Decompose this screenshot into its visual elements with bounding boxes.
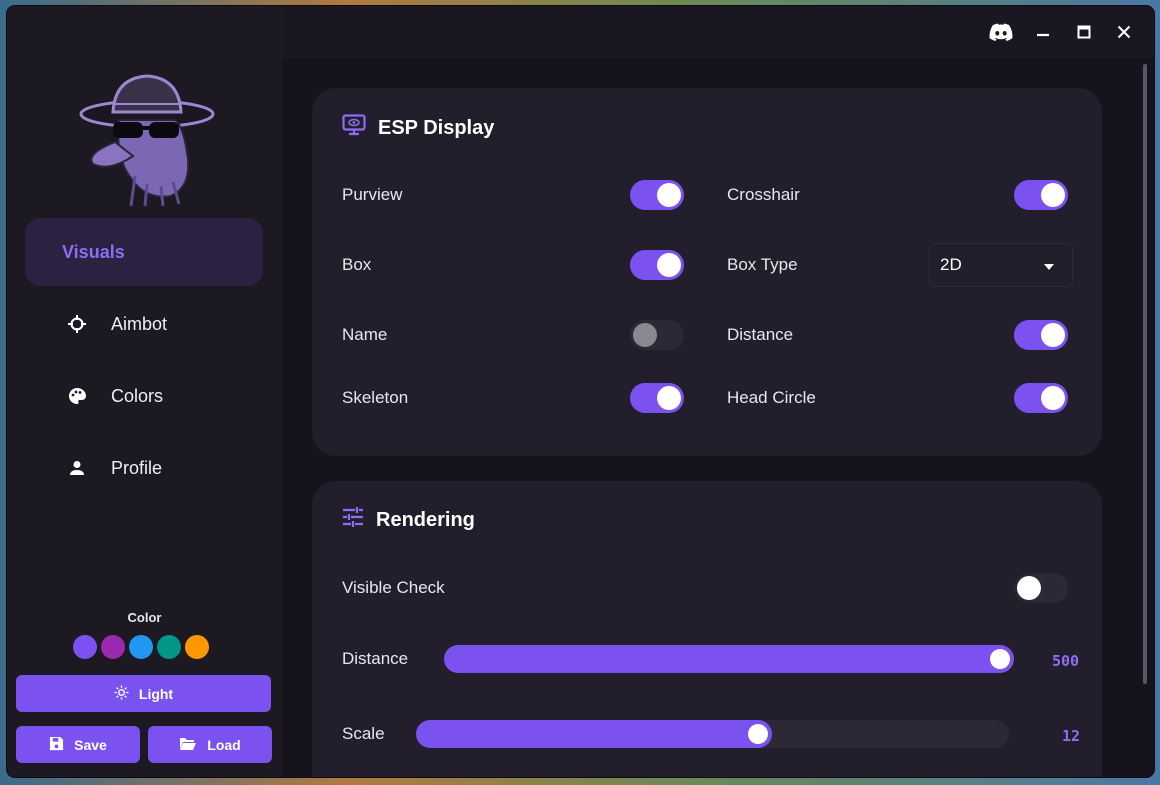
box-type-label: Box Type	[727, 255, 798, 274]
sidebar-item-visuals[interactable]: Visuals	[25, 218, 263, 286]
scale-slider[interactable]	[416, 720, 1009, 748]
render-distance-fill	[444, 645, 1014, 673]
color-label: Color	[127, 610, 162, 625]
purview-label: Purview	[342, 185, 403, 204]
esp-display-title: ESP Display	[378, 116, 495, 139]
save-icon	[49, 736, 64, 754]
duck-logo	[79, 74, 215, 207]
render-distance-value: 500	[1052, 652, 1080, 670]
sidebar-item-aimbot[interactable]: Aimbot	[25, 290, 263, 358]
tune-sliders-icon	[342, 507, 364, 533]
render-distance-thumb[interactable]	[990, 649, 1010, 669]
sun-icon	[114, 684, 129, 703]
box-type-select[interactable]: 2D	[929, 243, 1073, 287]
box-toggle[interactable]	[630, 250, 684, 280]
save-button[interactable]: Save	[16, 726, 140, 763]
skeleton-label: Skeleton	[342, 388, 409, 407]
crosshair-toggle[interactable]	[1014, 180, 1068, 210]
discord-icon[interactable]	[987, 20, 1015, 44]
sidebar-item-label: Visuals	[62, 241, 125, 262]
swatch-purple[interactable]	[73, 635, 97, 659]
scale-thumb[interactable]	[748, 724, 768, 744]
close-icon[interactable]	[1110, 20, 1138, 44]
save-button-label: Save	[74, 736, 107, 753]
light-theme-button[interactable]: Light	[16, 675, 271, 712]
visible-check-label: Visible Check	[342, 578, 445, 597]
swatch-blue[interactable]	[129, 635, 153, 659]
head-circle-toggle[interactable]	[1014, 383, 1068, 413]
swatch-magenta[interactable]	[101, 635, 125, 659]
name-label: Name	[342, 325, 388, 344]
esp-display-header: ESP Display	[342, 114, 494, 142]
skeleton-toggle[interactable]	[630, 383, 684, 413]
head-circle-label: Head Circle	[727, 388, 816, 407]
esp-display-card: ESP Display Purview Crosshair Box Box Ty…	[312, 88, 1102, 456]
load-button[interactable]: Load	[148, 726, 272, 763]
sidebar-item-label: Profile	[111, 457, 163, 478]
main-scrollbar[interactable]	[1143, 64, 1147, 684]
swatch-teal[interactable]	[157, 635, 181, 659]
color-swatches	[73, 635, 209, 659]
distance-label: Distance	[727, 325, 794, 344]
crosshair-icon	[67, 314, 87, 334]
maximize-icon[interactable]	[1070, 20, 1098, 44]
render-distance-label: Distance	[342, 649, 409, 668]
sidebar-item-profile[interactable]: Profile	[25, 434, 263, 502]
sidebar-item-label: Aimbot	[111, 313, 168, 334]
rendering-header: Rendering	[342, 507, 475, 533]
box-label: Box	[342, 255, 372, 274]
scale-label: Scale	[342, 724, 385, 743]
caret-down-icon	[1044, 255, 1054, 275]
app-window: Visuals Aimbot Colors Profile Color Ligh…	[7, 6, 1154, 777]
distance-toggle[interactable]	[1014, 320, 1068, 350]
crosshair-label: Crosshair	[727, 185, 800, 204]
rendering-card: Rendering Visible Check Distance 500 Sca…	[312, 481, 1102, 777]
rendering-title: Rendering	[376, 508, 475, 531]
scale-value: 12	[1062, 727, 1081, 745]
render-distance-slider[interactable]	[444, 645, 1014, 673]
purview-toggle[interactable]	[630, 180, 684, 210]
box-type-value: 2D	[940, 255, 962, 274]
sidebar-item-label: Colors	[111, 385, 164, 406]
folder-open-icon	[179, 736, 197, 754]
swatch-orange[interactable]	[185, 635, 209, 659]
visible-check-toggle[interactable]	[1014, 573, 1068, 603]
scale-fill	[416, 720, 772, 748]
sidebar-item-colors[interactable]: Colors	[25, 362, 263, 430]
monitor-eye-icon	[342, 114, 366, 142]
person-icon	[67, 458, 87, 478]
name-toggle[interactable]	[630, 320, 684, 350]
minimize-icon[interactable]	[1029, 20, 1057, 44]
sidebar: Visuals Aimbot Colors Profile Color Ligh…	[7, 6, 282, 777]
light-button-label: Light	[138, 685, 174, 702]
load-button-label: Load	[207, 736, 241, 753]
palette-icon	[67, 386, 87, 406]
